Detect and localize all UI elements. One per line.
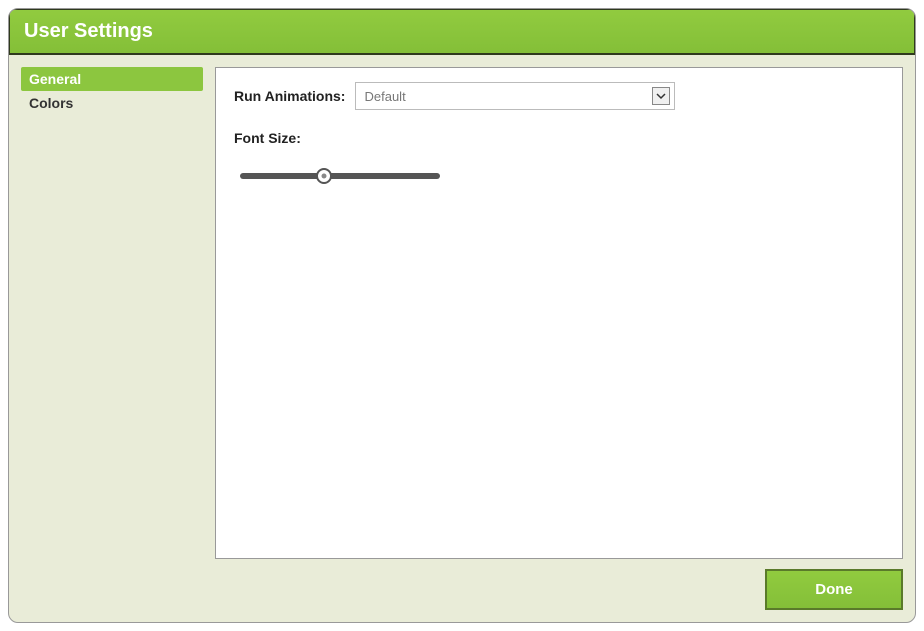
sidebar-item-label: Colors (29, 95, 73, 111)
done-button[interactable]: Done (765, 569, 903, 610)
run-animations-select[interactable]: Default (355, 82, 675, 110)
font-size-slider[interactable] (240, 168, 440, 184)
settings-sidebar: General Colors (21, 67, 203, 559)
chevron-down-icon (652, 87, 670, 105)
sidebar-item-colors[interactable]: Colors (21, 91, 203, 115)
font-size-label: Font Size: (234, 130, 884, 146)
run-animations-label: Run Animations: (234, 88, 345, 104)
dialog-body: General Colors Run Animations: Default F… (9, 55, 915, 559)
settings-panel: Run Animations: Default Font Size: (215, 67, 903, 559)
user-settings-dialog: User Settings General Colors Run Animati… (8, 8, 916, 623)
slider-thumb[interactable] (316, 168, 332, 184)
sidebar-item-label: General (29, 71, 81, 87)
sidebar-item-general[interactable]: General (21, 67, 203, 91)
dialog-titlebar: User Settings (8, 8, 916, 55)
run-animations-row: Run Animations: Default (234, 82, 884, 110)
slider-track (240, 173, 440, 179)
dialog-footer: Done (9, 559, 915, 622)
done-button-label: Done (815, 581, 853, 598)
run-animations-value: Default (364, 89, 405, 104)
dialog-title: User Settings (24, 20, 153, 42)
